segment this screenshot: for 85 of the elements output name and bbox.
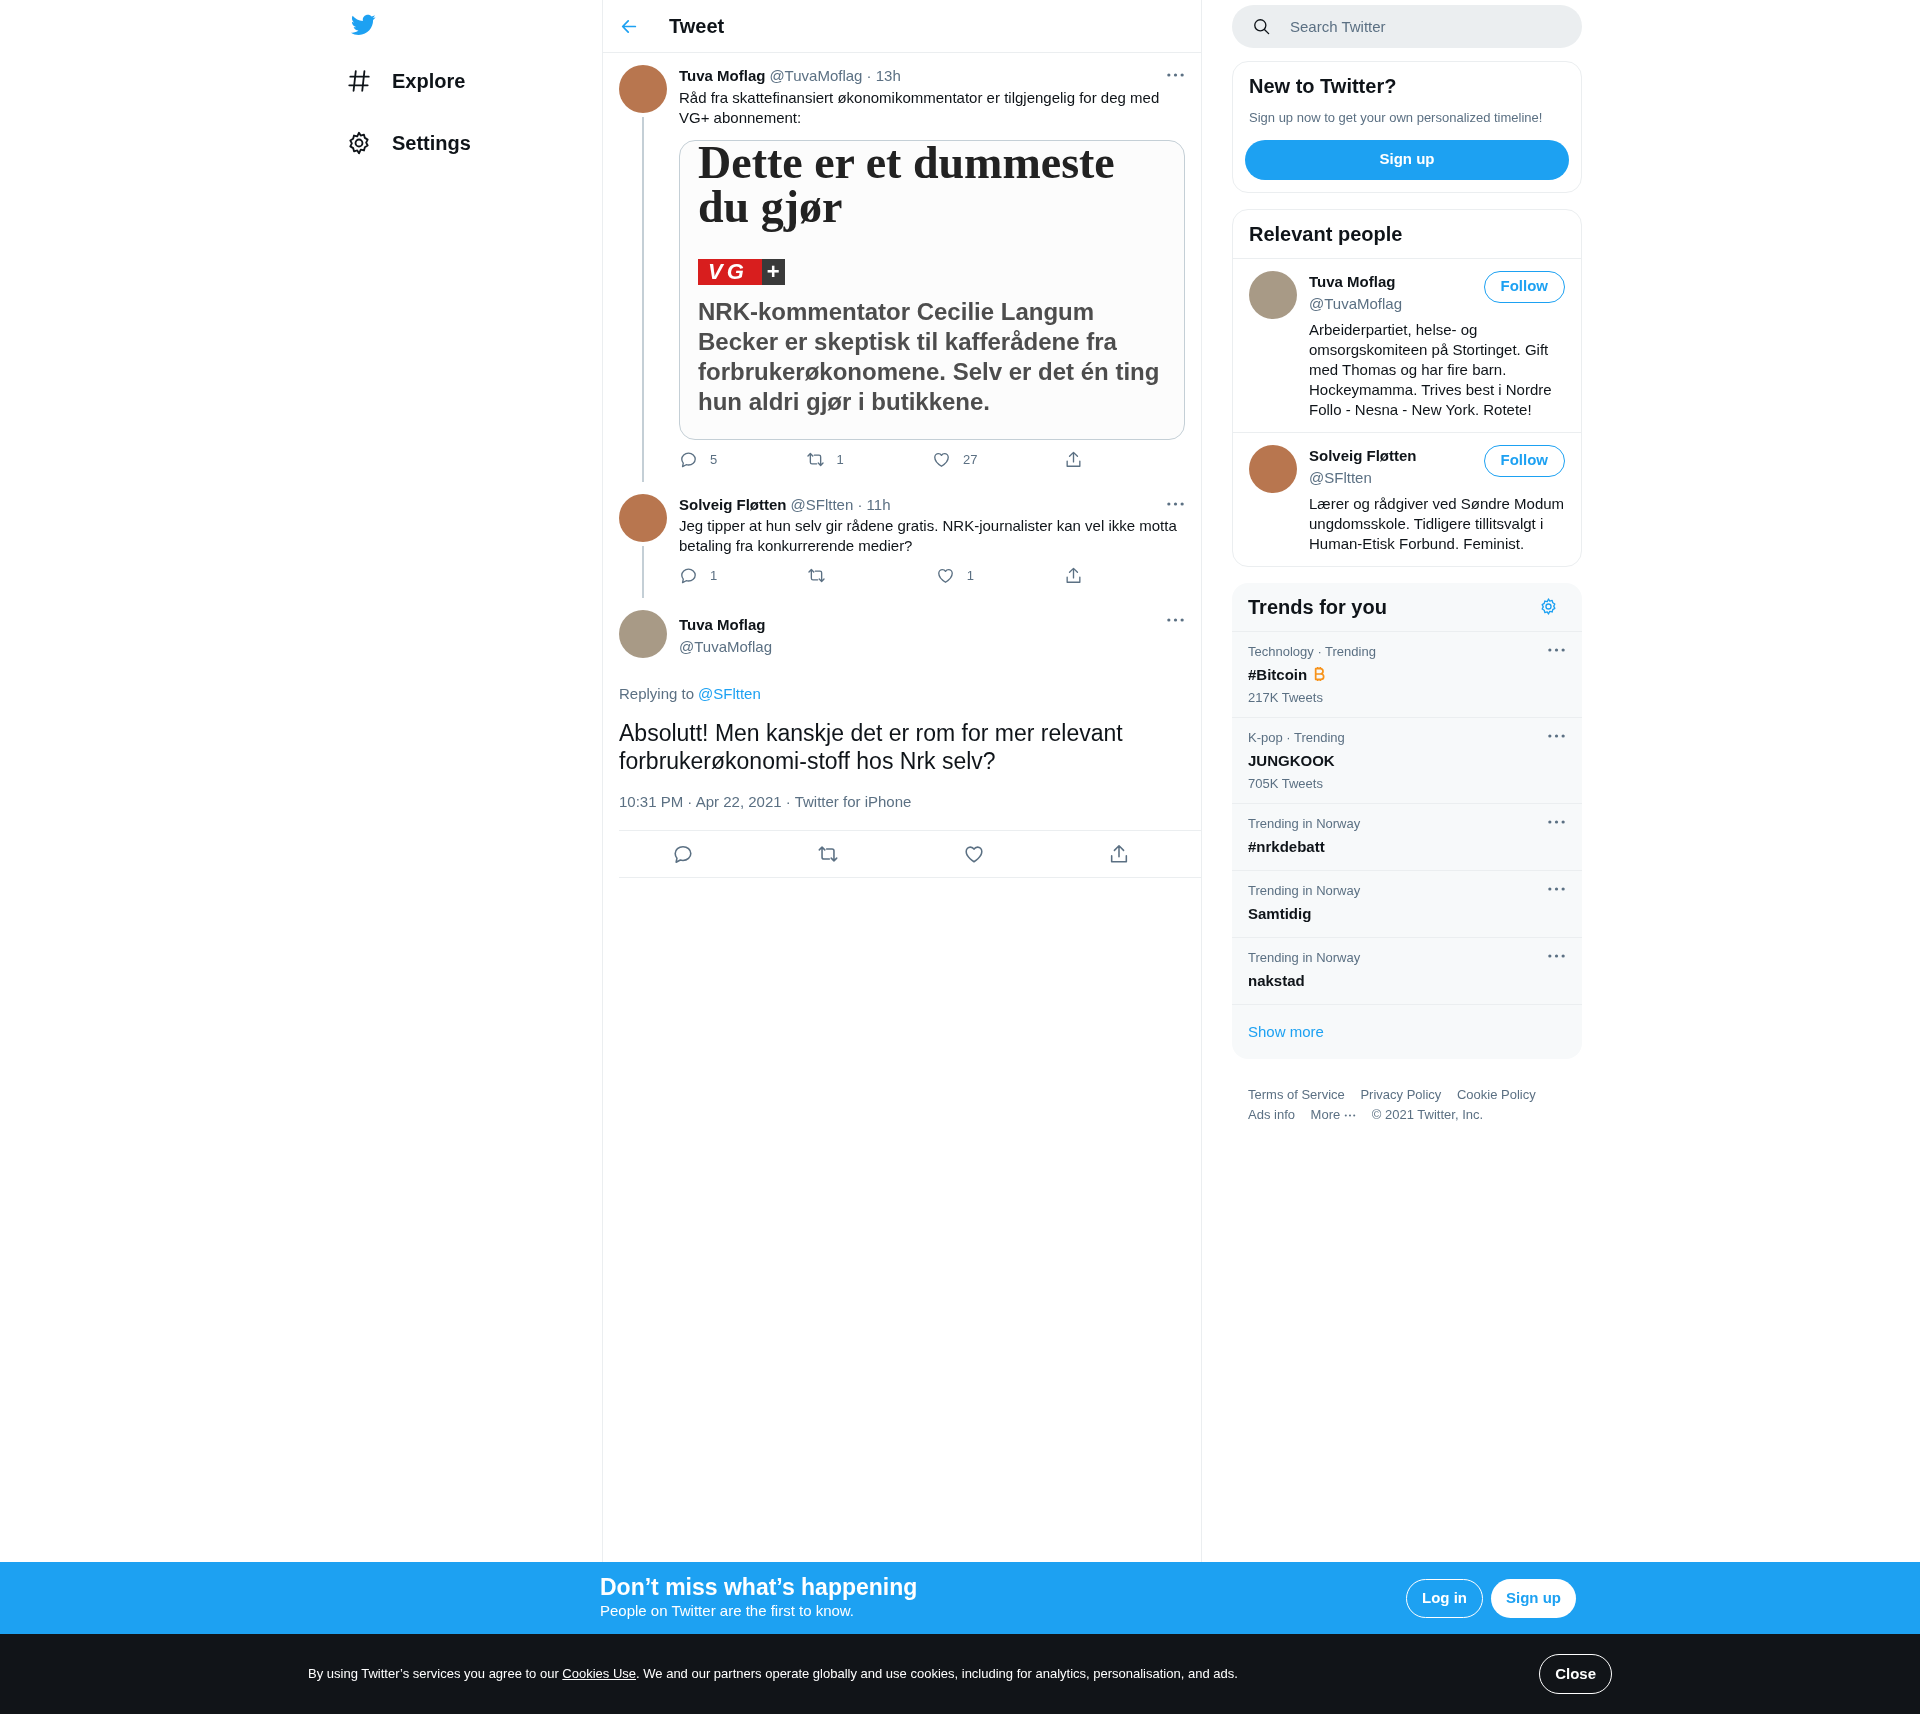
banner-title: Don’t miss what’s happening [600, 1573, 919, 1600]
author-handle-time: @TuvaMoflag · 13h [769, 67, 901, 84]
more-dots-icon[interactable] [1547, 645, 1566, 654]
more-dots-icon [1344, 1113, 1357, 1117]
author-name[interactable]: Tuva Moflag [679, 613, 1158, 636]
share-icon[interactable] [1063, 450, 1083, 470]
trend-topic: #nrkdebatt [1248, 836, 1325, 856]
trend-topic: nakstad [1248, 970, 1305, 990]
cookie-notice: By using Twitter’s services you agree to our Cookies Use. We and our partners operate globally and use cookies, including for analytics, personalisation, and ads. [308, 1665, 1239, 1684]
footer-more-link[interactable]: More [1310, 1105, 1357, 1125]
action-count: 1 [710, 567, 718, 585]
footer-link[interactable]: Terms of Service [1248, 1087, 1345, 1102]
more-dots-icon[interactable] [1166, 615, 1185, 624]
action-count: 5 [710, 451, 718, 469]
footer-link[interactable]: Privacy Policy [1360, 1087, 1442, 1102]
vg-plus-logo: VG + [698, 258, 785, 285]
thread-line [642, 545, 644, 598]
article-summary: NRK-kommentator Cecilie Langum Becker er skeptisk til kafferådene fra forbrukerøkonomene. Selv er det én ting hun aldri gjør i butikkene. [698, 297, 1161, 417]
trend-item[interactable]: Trending in Norway nakstad [1232, 936, 1582, 1004]
article-card[interactable]: Dette er et dummeste du gjør VG + NRK-kommentator Cecilie Langum Becker er skeptisk til kafferådene fra forbrukerøkonomene. Selv er det én ting hun aldri gjør i butikkene. [679, 139, 1185, 440]
settings-icon[interactable] [1539, 597, 1558, 616]
trend-topic: JUNGKOOK [1248, 750, 1335, 770]
tweet-text: Absolutt! Men kanskje det er rom for mer relevant forbrukerøkonomi-stoff hos Nrk selv? [619, 719, 1124, 775]
card-title: Relevant people [1248, 221, 1404, 247]
trend-context: K-pop · Trending [1248, 728, 1346, 747]
trend-context: Technology · Trending [1248, 642, 1377, 661]
trend-count: 217K Tweets [1248, 688, 1324, 707]
trend-item[interactable]: K-pop · Trending JUNGKOOK 705K Tweets [1232, 716, 1582, 803]
replying-label: Replying to [619, 683, 695, 704]
person-bio: Arbeiderpartiet, helse- og omsorgskomiteen på Stortinget. Gift med Thomas og har fire barn. Hockeymamma. Trives best i Nordre Follo - Nesna - New York. Rotete! [1309, 319, 1553, 420]
card-title: Trends for you [1247, 594, 1388, 620]
author-name[interactable]: Tuva Moflag [679, 67, 766, 84]
trend-topic: Samtidig [1248, 903, 1312, 923]
more-dots-icon[interactable] [1166, 499, 1185, 508]
person-handle: @SFltten [1309, 468, 1373, 488]
trend-item[interactable]: Trending in Norway #nrkdebatt [1232, 802, 1582, 870]
trend-count: 705K Tweets [1248, 774, 1324, 793]
action-count: 1 [966, 567, 974, 585]
hashtag-icon [346, 68, 372, 94]
share-icon[interactable] [1064, 566, 1083, 586]
more-dots-icon[interactable] [1547, 817, 1566, 826]
author-handle-time: @SFltten · 11h [790, 495, 891, 513]
footer-link[interactable]: Ads info [1248, 1107, 1295, 1122]
heart-icon[interactable] [935, 566, 955, 586]
more-dots-icon[interactable] [1547, 884, 1566, 893]
action-count: 1 [836, 451, 844, 469]
search-icon [1252, 17, 1271, 36]
page-title: Tweet [669, 14, 725, 38]
person-bio: Lærer og rådgiver ved Søndre Modum ungdomsskole. Tidligere tillitsvalgt i Human-Etisk Forbund. Feminist. [1309, 493, 1565, 554]
copyright: © 2021 Twitter, Inc. [1371, 1107, 1484, 1122]
footer-link[interactable]: Cookie Policy [1457, 1087, 1536, 1102]
nav-link[interactable]: Explore [346, 50, 478, 112]
reply-icon[interactable] [679, 566, 698, 586]
more-dots-icon[interactable] [1547, 951, 1566, 960]
reply-icon[interactable] [679, 450, 698, 470]
heart-icon[interactable] [932, 450, 951, 470]
person-handle: @TuvaMoflag [1309, 294, 1404, 314]
banner-subtitle: People on Twitter are the first to know. [600, 1600, 856, 1621]
more-dots-icon[interactable] [1547, 731, 1566, 740]
tweet-text: Jeg tipper at hun selv gir rådene gratis. NRK-journalister kan vel ikke motta betaling fra konkurrerende medier? [679, 516, 1178, 556]
tweet-text: Råd fra skattefinansiert økonomikommentator er tilgjengelig for deg med VG+ abonnement: [679, 87, 1161, 128]
action-count: 27 [963, 451, 978, 469]
trend-item[interactable]: Technology · Trending #Bitcoin 217K Tweets [1232, 630, 1582, 717]
trend-item[interactable]: Trending in Norway Samtidig [1232, 869, 1582, 937]
cookies-use-link[interactable]: Cookies Use [562, 1666, 637, 1682]
avatar-photo[interactable] [619, 609, 667, 658]
author-handle: @TuvaMoflag [679, 637, 774, 657]
avatar-photo[interactable] [619, 65, 667, 113]
trend-topic: #Bitcoin [1248, 664, 1308, 684]
trend-context: Trending in Norway [1248, 948, 1362, 967]
trend-context: Trending in Norway [1248, 814, 1362, 833]
tweet-timestamp: 10:31 PM · Apr 22, 2021 · Twitter for iPhone [619, 792, 913, 812]
signup-text: Sign up now to get your own personalized timeline! [1248, 109, 1544, 127]
avatar-photo[interactable] [619, 493, 667, 542]
gear-icon [346, 130, 372, 156]
person-name[interactable]: Tuva Moflag [1309, 270, 1484, 293]
search-field[interactable]: Search Twitter [1232, 5, 1582, 48]
avatar-photo[interactable] [1249, 270, 1297, 319]
card-title: New to Twitter? [1248, 74, 1398, 99]
author-name[interactable]: Solveig Fløtten [679, 495, 787, 513]
person-name[interactable]: Solveig Fløtten [1309, 444, 1484, 467]
more-dots-icon[interactable] [1166, 71, 1185, 79]
avatar-photo[interactable] [1249, 444, 1297, 493]
nav-link[interactable]: Settings [346, 112, 483, 174]
trend-context: Trending in Norway [1248, 881, 1362, 900]
